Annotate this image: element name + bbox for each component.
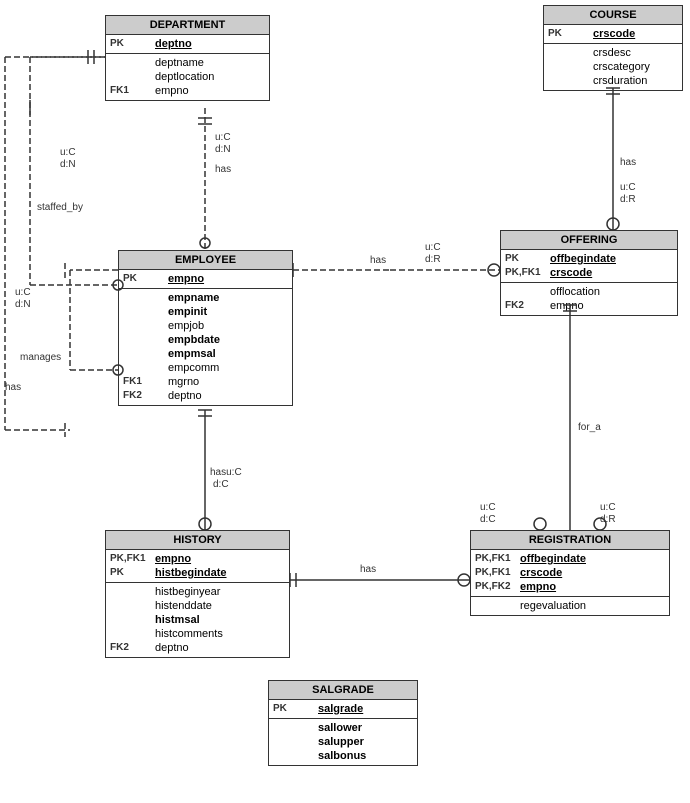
entity-registration: REGISTRATION PK,FK1 offbegindate PK,FK1 … — [470, 530, 670, 616]
entity-department: DEPARTMENT PK deptno deptname deptlocati… — [105, 15, 270, 101]
emp-offering-has-label: has — [370, 255, 386, 266]
history-header: HISTORY — [106, 531, 289, 550]
employee-attr-mgrno: mgrno — [168, 376, 288, 388]
circle-emp-history — [199, 518, 211, 530]
employee-attr-empcomm: empcomm — [168, 362, 288, 374]
circle-course-offering — [607, 218, 619, 230]
history-attr-histenddate: histenddate — [155, 600, 285, 612]
offering-header: OFFERING — [501, 231, 677, 250]
salgrade-pk-attr: salgrade — [318, 703, 413, 715]
registration-pk-crscode: crscode — [520, 567, 665, 579]
employee-attr-empname: empname — [168, 292, 288, 304]
department-header: DEPARTMENT — [106, 16, 269, 35]
staffed-by-label: staffed_by — [37, 202, 83, 213]
manages-uc: u:C — [15, 287, 31, 298]
circle-offering-reg-right — [594, 518, 606, 530]
circle-offering-reg-left — [534, 518, 546, 530]
registration-pk-offbegindate: offbegindate — [520, 553, 665, 565]
department-attr-deptlocation: deptlocation — [155, 71, 265, 83]
course-header: COURSE — [544, 6, 682, 25]
dept-emp-has-label: has — [215, 164, 231, 175]
offering-pk-offbegindate: offbegindate — [550, 253, 673, 265]
salgrade-header: SALGRADE — [269, 681, 417, 700]
history-reg-has-label: has — [360, 564, 376, 575]
employee-header: EMPLOYEE — [119, 251, 292, 270]
history-pk-empno: empno — [155, 553, 285, 565]
circle-history-reg — [458, 574, 470, 586]
employee-pk-label: PK — [123, 273, 168, 285]
dept-emp-dn: d:N — [215, 144, 231, 155]
circle-dept-emp-has — [200, 238, 210, 248]
course-attr-crscategory: crscategory — [593, 61, 678, 73]
reg-offering-uc: u:C — [600, 502, 616, 513]
department-pk-label: PK — [110, 38, 155, 50]
offering-attr-empno: empno — [550, 300, 673, 312]
entity-history: HISTORY PK,FK1 empno PK histbegindate hi… — [105, 530, 290, 658]
salgrade-attr-salbonus: salbonus — [318, 750, 413, 762]
history-attr-histcomments: histcomments — [155, 628, 285, 640]
employee-attr-empjob: empjob — [168, 320, 288, 332]
department-fk1-label: FK1 — [110, 85, 155, 97]
employee-attr-deptno: deptno — [168, 390, 288, 402]
dept-emp-left-dn: d:N — [60, 159, 76, 170]
emp-offering-dr: d:R — [425, 254, 441, 265]
employee-pk-attr: empno — [168, 273, 288, 285]
history-pk-histbegindate: histbegindate — [155, 567, 285, 579]
entity-salgrade: SALGRADE PK salgrade sallower salupper s… — [268, 680, 418, 766]
course-attr-crsdesc: crsdesc — [593, 47, 678, 59]
emp-history-hasu: hasu:C — [210, 467, 242, 478]
for-a-label: for_a — [578, 422, 601, 433]
dept-emp-uc: u:C — [215, 132, 231, 143]
employee-attr-empbdate: empbdate — [168, 334, 288, 346]
has-left-label: has — [5, 382, 21, 393]
entity-employee: EMPLOYEE PK empno empname empinit empjob — [118, 250, 293, 406]
department-attr-empno: empno — [155, 85, 265, 97]
entity-course: COURSE PK crscode crsdesc crscategory cr… — [543, 5, 683, 91]
circle-emp-offering — [488, 264, 500, 276]
course-offering-dr: d:R — [620, 194, 636, 205]
department-fk-empty — [110, 57, 155, 69]
employee-attr-empmsal: empmsal — [168, 348, 288, 360]
course-offering-uc: u:C — [620, 182, 636, 193]
department-pk-attr: deptno — [155, 38, 265, 50]
offering-reg-dc: d:C — [480, 514, 496, 525]
manages-dn: d:N — [15, 299, 31, 310]
offering-pk-crscode: crscode — [550, 267, 673, 279]
course-attr-crsduration: crsduration — [593, 75, 678, 87]
dept-emp-left-uc: u:C — [60, 147, 76, 158]
entity-offering: OFFERING PK offbegindate PK,FK1 crscode … — [500, 230, 678, 316]
course-offering-has-label: has — [620, 157, 636, 168]
diagram-container: DEPARTMENT PK deptno deptname deptlocati… — [0, 0, 690, 803]
emp-offering-uc: u:C — [425, 242, 441, 253]
registration-pk-empno: empno — [520, 581, 665, 593]
history-attr-deptno: deptno — [155, 642, 285, 654]
employee-attr-empinit: empinit — [168, 306, 288, 318]
salgrade-attr-sallower: sallower — [318, 722, 413, 734]
department-attr-deptname: deptname — [155, 57, 265, 69]
history-attr-histmsal: histmsal — [155, 614, 285, 626]
reg-offering-dr: d:R — [600, 514, 616, 525]
offering-attr-offlocation: offlocation — [550, 286, 673, 298]
registration-attr-regevaluation: regevaluation — [520, 600, 665, 612]
emp-history-dc: d:C — [213, 479, 229, 490]
offering-reg-uc: u:C — [480, 502, 496, 513]
history-attr-histbeginyear: histbeginyear — [155, 586, 285, 598]
manages-label: manages — [20, 352, 61, 363]
salgrade-attr-salupper: salupper — [318, 736, 413, 748]
registration-header: REGISTRATION — [471, 531, 669, 550]
course-pk-attr: crscode — [593, 28, 678, 40]
department-fk-empty2 — [110, 71, 155, 83]
